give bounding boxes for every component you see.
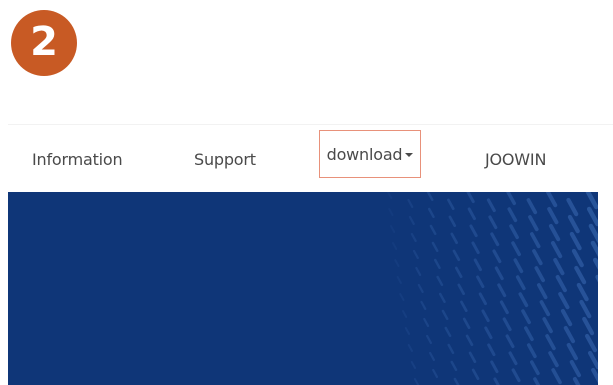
caret-down-icon (405, 152, 414, 157)
hero-pattern (368, 192, 598, 385)
nav-item-information[interactable]: Information (32, 125, 123, 193)
right-margin (598, 192, 613, 385)
nav-item-support[interactable]: Support (194, 125, 256, 193)
page: 2 Information Support download JOOWIN (0, 0, 613, 385)
step-number-badge: 2 (11, 10, 77, 76)
nav-item-label: Information (32, 149, 123, 169)
nav-item-joowin[interactable]: JOOWIN (485, 125, 546, 193)
hero-banner (8, 192, 598, 385)
nav-item-label: JOOWIN (485, 149, 547, 169)
nav-item-label: download (326, 144, 403, 164)
nav-item-label: Support (194, 149, 256, 169)
step-number: 2 (30, 19, 58, 65)
nav-item-download[interactable]: download (319, 130, 421, 178)
navbar: Information Support download JOOWIN (8, 124, 613, 193)
top-band (0, 82, 613, 124)
